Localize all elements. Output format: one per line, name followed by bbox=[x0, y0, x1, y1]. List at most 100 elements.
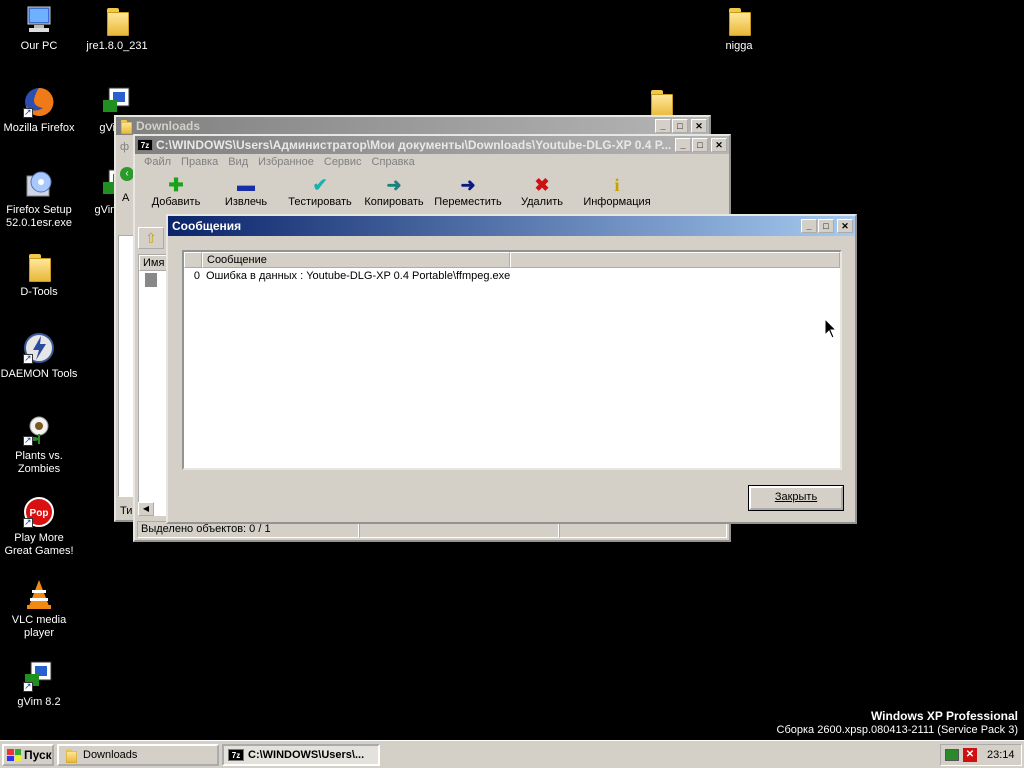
desktop-icon-label: nigga bbox=[725, 40, 753, 52]
desktop-icon-label: jre1.8.0_231 bbox=[86, 40, 148, 52]
desktop-icon-daemon-tools[interactable]: DAEMON Tools bbox=[0, 332, 78, 381]
column-header-name[interactable]: Имя bbox=[139, 255, 167, 271]
add-button[interactable]: ✚ Добавить bbox=[141, 174, 211, 208]
test-button[interactable]: ✔ Тестировать bbox=[281, 174, 359, 208]
message-text: Ошибка в данных : Youtube-DLG-XP 0.4 Por… bbox=[206, 270, 511, 282]
minimize-button[interactable]: _ bbox=[801, 219, 817, 233]
os-edition: Windows XP Professional bbox=[870, 709, 1018, 723]
menu-file[interactable]: Файл bbox=[139, 156, 176, 168]
dialog-title-bar[interactable]: Сообщения _ □ ✕ bbox=[168, 216, 855, 236]
delete-x-icon: ✖ bbox=[534, 175, 550, 195]
messages-dialog[interactable]: Сообщения _ □ ✕ Сообщение 0 Ошибка в дан… bbox=[166, 214, 857, 524]
file-list[interactable]: Имя bbox=[138, 254, 168, 516]
gvim-icon bbox=[101, 86, 133, 118]
gvim-icon bbox=[23, 660, 55, 693]
minimize-button[interactable]: _ bbox=[655, 119, 671, 133]
popcap-icon: Pop bbox=[23, 496, 55, 529]
info-button-label: Информация bbox=[583, 196, 651, 208]
menu-tools[interactable]: Сервис bbox=[319, 156, 367, 168]
delete-button[interactable]: ✖ Удалить bbox=[507, 174, 577, 208]
sevenzip-menubar: Файл Правка Вид Избранное Сервис Справка bbox=[135, 154, 729, 170]
desktop-icon-gvim-82[interactable]: gVim 8.2 bbox=[0, 660, 78, 709]
os-build: Сборка 2600.xpsp.080413-2111 (Service Pa… bbox=[776, 724, 1018, 736]
test-button-label: Тестировать bbox=[288, 196, 352, 208]
messages-list[interactable]: Сообщение 0 Ошибка в данных : Youtube-DL… bbox=[182, 250, 842, 470]
firefox-icon bbox=[23, 86, 55, 119]
shortcut-arrow-icon bbox=[23, 106, 33, 119]
menu-favorites[interactable]: Избранное bbox=[253, 156, 319, 168]
copy-button[interactable]: ➜ Копировать bbox=[359, 174, 429, 208]
close-dialog-button[interactable]: Закрыть bbox=[748, 485, 844, 511]
extract-button[interactable]: ▬ Извлечь bbox=[211, 174, 281, 208]
folder-icon bbox=[63, 747, 77, 763]
desktop-icon-folder[interactable]: nigga bbox=[700, 4, 778, 53]
maximize-button[interactable]: □ bbox=[818, 219, 834, 233]
task-button-downloads[interactable]: Downloads bbox=[57, 744, 219, 766]
network-icon[interactable] bbox=[945, 749, 959, 761]
scroll-left-button[interactable]: ◀ bbox=[138, 502, 154, 516]
sevenzip-icon: 7z bbox=[137, 139, 153, 151]
desktop-icon-label: Plants vs. Zombies bbox=[15, 450, 63, 475]
taskbar: Пуск Downloads 7z C:\WINDOWS\Users\... ✕… bbox=[0, 740, 1024, 768]
folder-icon bbox=[118, 118, 132, 134]
desktop-icon-label: Mozilla Firefox bbox=[3, 122, 75, 134]
task-label: Downloads bbox=[83, 749, 138, 761]
shortcut-arrow-icon bbox=[23, 516, 33, 529]
minimize-button[interactable]: _ bbox=[675, 138, 691, 152]
address-label: А bbox=[122, 192, 130, 204]
clock[interactable]: 23:14 bbox=[987, 749, 1015, 761]
back-arrow-icon[interactable]: ‹ bbox=[120, 167, 134, 181]
column-header-index[interactable] bbox=[184, 252, 202, 268]
sevenzip-title: C:\WINDOWS\Users\Администратор\Мои докум… bbox=[156, 138, 672, 152]
check-icon: ✔ bbox=[312, 175, 328, 195]
windows-flag-icon bbox=[7, 749, 21, 761]
desktop-icon-firefox[interactable]: Mozilla Firefox bbox=[0, 86, 78, 135]
maximize-button[interactable]: □ bbox=[692, 138, 708, 152]
sevenzip-title-bar[interactable]: 7z C:\WINDOWS\Users\Администратор\Мои до… bbox=[135, 136, 729, 154]
start-label: Пуск bbox=[24, 748, 52, 762]
mouse-cursor-icon bbox=[824, 317, 838, 343]
list-header: Сообщение bbox=[184, 252, 840, 268]
shortcut-arrow-icon bbox=[23, 434, 33, 447]
menu-edit[interactable]: Правка bbox=[176, 156, 223, 168]
desktop-icon-our-pc[interactable]: Our PC bbox=[0, 4, 78, 53]
vlc-cone-icon bbox=[23, 578, 55, 610]
desktop-icon-play-more-games[interactable]: Pop Play More Great Games! bbox=[0, 496, 78, 558]
sevenzip-icon: 7z bbox=[228, 749, 244, 761]
desktop-icon-label: DAEMON Tools bbox=[0, 368, 78, 380]
task-button-sevenzip[interactable]: 7z C:\WINDOWS\Users\... bbox=[222, 744, 380, 766]
copy-arrow-icon: ➜ bbox=[386, 175, 402, 195]
folder-icon bbox=[645, 86, 677, 118]
column-header-message[interactable]: Сообщение bbox=[202, 252, 510, 268]
explorer-title: Downloads bbox=[136, 119, 201, 133]
desktop-icon-label: Firefox Setup 52.0.1esr.exe bbox=[5, 204, 73, 229]
maximize-button[interactable]: □ bbox=[672, 119, 688, 133]
file-icon[interactable] bbox=[145, 273, 157, 287]
close-button[interactable]: ✕ bbox=[837, 219, 853, 233]
close-button[interactable]: ✕ bbox=[691, 119, 707, 133]
computer-icon bbox=[23, 4, 55, 36]
dialog-title: Сообщения bbox=[172, 219, 242, 233]
message-index: 0 bbox=[193, 270, 200, 282]
installer-icon bbox=[23, 168, 55, 200]
add-button-label: Добавить bbox=[151, 196, 201, 208]
desktop-icon-plants-vs-zombies[interactable]: Plants vs. Zombies bbox=[0, 414, 78, 476]
start-button[interactable]: Пуск bbox=[2, 744, 54, 766]
menu-help[interactable]: Справка bbox=[367, 156, 420, 168]
close-button[interactable]: ✕ bbox=[711, 138, 727, 152]
desktop-icon-firefox-setup[interactable]: Firefox Setup 52.0.1esr.exe bbox=[0, 168, 78, 230]
info-button[interactable]: i Информация bbox=[577, 174, 657, 208]
explorer-title-bar[interactable]: Downloads _ □ ✕ bbox=[116, 117, 709, 135]
desktop-icon-vlc[interactable]: VLC media player bbox=[0, 578, 78, 640]
column-header-blank bbox=[510, 252, 840, 268]
up-folder-icon[interactable]: ⇧ bbox=[138, 227, 164, 249]
desktop-icon-label: gVim 8.2 bbox=[17, 696, 61, 708]
move-button[interactable]: ➜ Переместить bbox=[429, 174, 507, 208]
folder-icon bbox=[23, 250, 55, 282]
desktop-icon-d-tools[interactable]: D-Tools bbox=[0, 250, 78, 299]
list-item[interactable]: 0 Ошибка в данных : Youtube-DLG-XP 0.4 P… bbox=[184, 269, 840, 283]
desktop-icon-jre-folder[interactable]: jre1.8.0_231 bbox=[78, 4, 156, 53]
shortcut-arrow-icon bbox=[23, 352, 33, 365]
menu-view[interactable]: Вид bbox=[223, 156, 253, 168]
security-alert-icon[interactable]: ✕ bbox=[963, 748, 977, 762]
